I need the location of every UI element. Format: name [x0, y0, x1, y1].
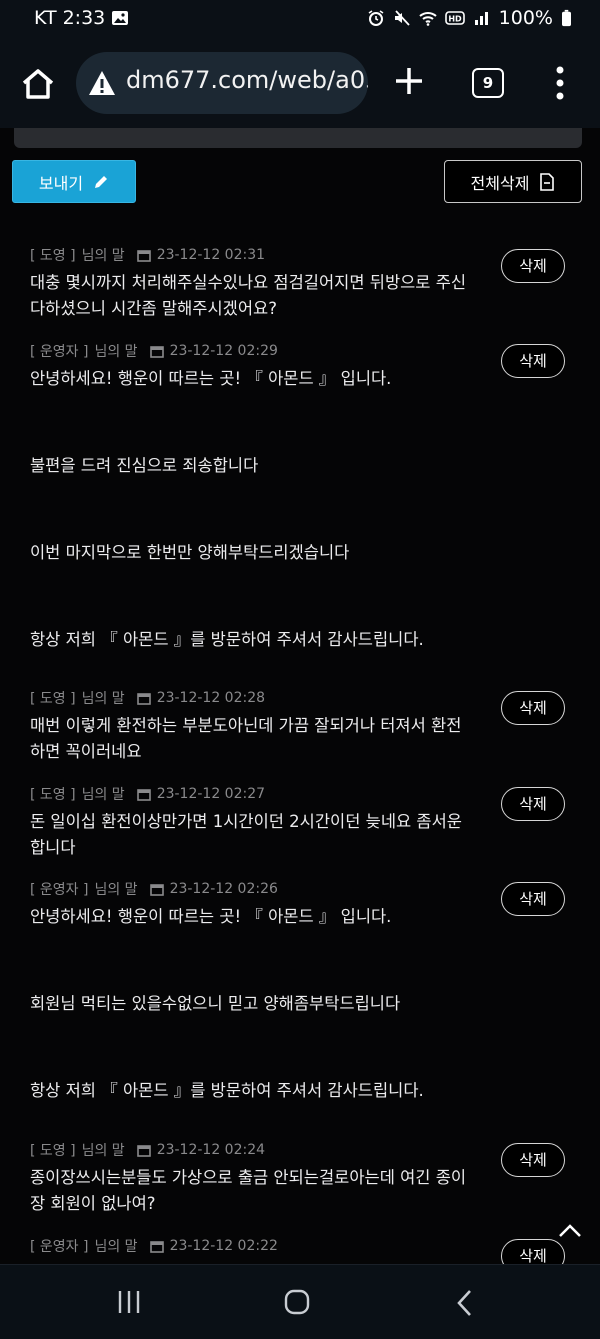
address-bar[interactable]: dm677.com/web/a03: [76, 52, 368, 114]
sender-suffix: 님의 말: [94, 882, 138, 898]
delete-button[interactable]: 삭제: [501, 691, 565, 725]
tab-count: 9: [482, 74, 494, 92]
message-item: [ 운영자 ] 님의 말 23-12-12 02:26 안녕하세요! 행운이 따…: [30, 880, 480, 1104]
mute-icon: [394, 10, 410, 26]
sender-suffix: 님의 말: [94, 344, 138, 360]
delete-button[interactable]: 삭제: [501, 1143, 565, 1177]
browser-toolbar: dm677.com/web/a03 9: [0, 38, 600, 128]
home-icon[interactable]: [18, 64, 58, 104]
warning-icon[interactable]: [88, 70, 116, 96]
sender-name: [ 도영 ]: [30, 248, 76, 264]
message-line: 장 회원이 없나여?: [30, 1194, 156, 1213]
delete-all-button[interactable]: 전체삭제: [444, 160, 582, 203]
message-paragraph: 이번 마지막으로 한번만 양해부탁드리겠습니다: [30, 543, 350, 562]
message-line: 합니다: [30, 838, 76, 857]
sender-name: [ 도영 ]: [30, 691, 76, 707]
sender-name: [ 운영자 ]: [30, 1239, 89, 1255]
gallery-icon: [112, 11, 129, 25]
message-line: 하면 꼭이러네요: [30, 742, 142, 761]
message-paragraph: 항상 저희 『 아몬드 』를 방문하여 주셔서 감사드립니다.: [30, 1081, 424, 1100]
send-button[interactable]: 보내기: [12, 160, 136, 203]
scroll-top-icon[interactable]: [556, 1220, 584, 1240]
message-datetime: 23-12-12 02:27: [156, 786, 266, 802]
calendar-icon: [136, 1144, 151, 1157]
message-paragraph: 회원님 먹티는 있을수없으니 믿고 양해좀부탁드립니다: [30, 994, 401, 1013]
battery-percent: 100%: [498, 7, 553, 29]
url-text[interactable]: dm677.com/web/a03: [126, 66, 368, 94]
wifi-icon: [419, 12, 437, 26]
signal-icon: [474, 12, 488, 25]
sender-suffix: 님의 말: [81, 691, 125, 707]
send-label: 보내기: [38, 173, 84, 193]
message-datetime: 23-12-12 02:24: [156, 1142, 266, 1158]
alarm-icon: [368, 10, 384, 26]
message-item: [ 운영자 ] 님의 말 23-12-12 02:22: [30, 1237, 480, 1255]
message-item: [ 도영 ] 님의 말 23-12-12 02:28 매번 이렇게 환전하는 부…: [30, 689, 480, 765]
calendar-icon: [136, 249, 151, 262]
tabs-icon[interactable]: 9: [472, 68, 504, 98]
message-datetime: 23-12-12 02:26: [169, 881, 278, 897]
svg-text:HD: HD: [448, 15, 462, 24]
message-datetime: 23-12-12 02:31: [156, 247, 266, 263]
clock-label: 2:33: [62, 7, 106, 29]
sender-name: [ 운영자 ]: [30, 344, 89, 360]
sender-suffix: 님의 말: [94, 1239, 138, 1255]
plus-icon[interactable]: [392, 64, 426, 98]
delete-button[interactable]: 삭제: [501, 787, 565, 821]
message-line: 매번 이렇게 환전하는 부분도아닌데 가끔 잘되거나 터져서 환전: [30, 716, 462, 735]
message-paragraph: 불편을 드려 진심으로 죄송합니다: [30, 456, 259, 475]
message-line: 대충 몇시까지 처리해주실수있나요 점검길어지면 뒤방으로 주신: [30, 273, 467, 292]
input-area-edge: [14, 128, 582, 148]
document-icon: [540, 172, 555, 191]
sender-suffix: 님의 말: [81, 1143, 125, 1159]
sender-name: [ 도영 ]: [30, 787, 76, 803]
message-datetime: 23-12-12 02:22: [169, 1238, 278, 1254]
message-datetime: 23-12-12 02:29: [169, 343, 278, 359]
system-nav-bar: [0, 1264, 600, 1339]
carrier-label: KT: [34, 7, 57, 29]
sender-name: [ 운영자 ]: [30, 882, 89, 898]
more-vert-icon[interactable]: [553, 65, 567, 101]
home-button-icon[interactable]: [284, 1289, 310, 1315]
message-paragraph: 안녕하세요! 행운이 따르는 곳! 『 아몬드 』 입니다.: [30, 907, 392, 926]
message-item: [ 도영 ] 님의 말 23-12-12 02:31 대충 몇시까지 처리해주실…: [30, 246, 480, 322]
status-bar: KT 2:33 HD 100%: [0, 0, 600, 38]
delete-button[interactable]: 삭제: [501, 344, 565, 378]
message-datetime: 23-12-12 02:28: [156, 690, 266, 706]
message-line: 돈 일이십 환전이상만가면 1시간이던 2시간이던 늦네요 좀서운: [30, 812, 462, 831]
page-content: 보내기 전체삭제 [ 도영 ] 님의 말 23-12-12 02:31 대충 몇…: [0, 128, 600, 1264]
delete-all-label: 전체삭제: [470, 173, 530, 193]
message-item: [ 운영자 ] 님의 말 23-12-12 02:29 안녕하세요! 행운이 따…: [30, 342, 480, 653]
message-paragraph: 안녕하세요! 행운이 따르는 곳! 『 아몬드 』 입니다.: [30, 369, 392, 388]
battery-icon: [562, 9, 571, 27]
delete-button[interactable]: 삭제: [501, 1239, 565, 1264]
recent-apps-icon[interactable]: [116, 1289, 142, 1315]
calendar-icon: [136, 692, 151, 705]
delete-button[interactable]: 삭제: [501, 882, 565, 916]
message-paragraph: 항상 저희 『 아몬드 』를 방문하여 주셔서 감사드립니다.: [30, 630, 424, 649]
message-line: 다하셨으니 시간좀 말해주시겠어요?: [30, 299, 277, 318]
sender-name: [ 도영 ]: [30, 1143, 76, 1159]
message-item: [ 도영 ] 님의 말 23-12-12 02:27 돈 일이십 환전이상만가면…: [30, 785, 480, 861]
message-line: 종이장쓰시는분들도 가상으로 출금 안되는걸로아는데 여긴 종이: [30, 1168, 467, 1187]
calendar-icon: [149, 345, 164, 358]
calendar-icon: [149, 1240, 164, 1253]
sender-suffix: 님의 말: [81, 248, 125, 264]
back-icon[interactable]: [454, 1289, 476, 1317]
delete-button[interactable]: 삭제: [501, 249, 565, 283]
hd-icon: HD: [444, 11, 465, 25]
pencil-icon: [95, 175, 108, 188]
calendar-icon: [149, 883, 164, 896]
calendar-icon: [136, 788, 151, 801]
message-item: [ 도영 ] 님의 말 23-12-12 02:24 종이장쓰시는분들도 가상으…: [30, 1141, 480, 1217]
sender-suffix: 님의 말: [81, 787, 125, 803]
